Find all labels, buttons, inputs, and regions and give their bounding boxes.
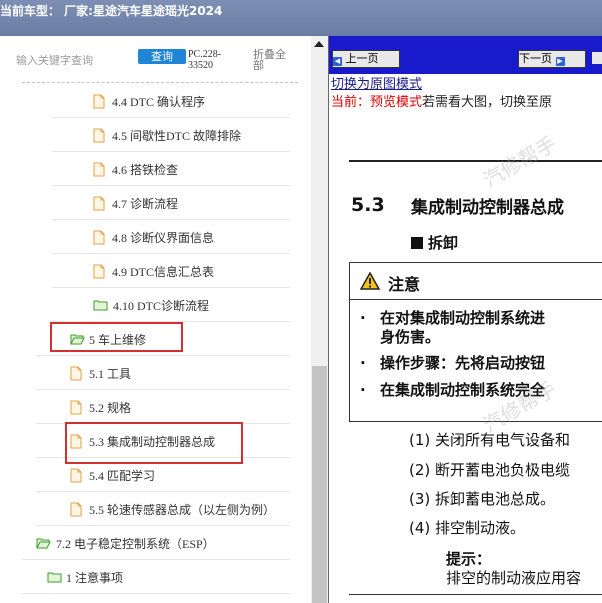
tree-scrollbar[interactable]: [311, 36, 328, 603]
step-item: (4) 排空制动液。: [409, 519, 526, 537]
tree-item-label: 5.5 轮速传感器总成（以左侧为例）: [89, 503, 276, 517]
folder-icon: [47, 572, 62, 583]
document-icon: [93, 162, 105, 177]
tree-item[interactable]: 4.7 诊断流程: [0, 186, 300, 220]
warning-item: · 操作步骤：先将启动按钮: [360, 354, 546, 372]
switch-original-mode-link[interactable]: 切换为原图模式: [331, 73, 422, 92]
tree-item[interactable]: 5.2 规格: [0, 390, 300, 424]
document-rule: [349, 160, 602, 162]
divider: [22, 82, 298, 83]
tree-item-label: 7.2 电子稳定控制系统（ESP）: [56, 537, 215, 551]
highlight-box-brake-controller: [65, 422, 243, 464]
tree-item-label: 5.2 规格: [89, 401, 132, 415]
more-arrow-icon[interactable]: [592, 52, 602, 64]
tree-item-label: 4.4 DTC 确认程序: [112, 95, 206, 109]
query-button[interactable]: 查询: [138, 49, 186, 64]
tree-item-label: 4.7 诊断流程: [112, 197, 179, 211]
document-icon: [93, 264, 105, 279]
arrow-right-icon: ▶: [555, 57, 565, 66]
section-number: 5.3: [351, 194, 385, 216]
document-code: PC.228- 33520: [188, 49, 222, 71]
tree-item[interactable]: 4.4 DTC 确认程序: [0, 84, 300, 118]
tree-item[interactable]: 4.8 诊断仪界面信息: [0, 220, 300, 254]
search-input[interactable]: 输入关键字查询: [16, 52, 93, 68]
warning-icon: [360, 272, 380, 290]
folder-open-icon: [36, 538, 51, 549]
highlight-box-car-maintenance: [50, 322, 183, 352]
tree-item[interactable]: 7.2 电子稳定控制系统（ESP）: [0, 526, 300, 560]
viewer-nav-bar: ◀ 上一页 下一页 ▶: [329, 36, 602, 74]
subheading: 拆卸: [411, 232, 458, 253]
tree-item[interactable]: 4.5 间歇性DTC 故障排除: [0, 118, 300, 152]
tree-item-label: 4.10 DTC诊断流程: [113, 299, 210, 313]
tree-item-label: 5.4 匹配学习: [89, 469, 156, 483]
tree-item[interactable]: 4.10 DTC诊断流程: [0, 288, 300, 322]
tree-item-label: 4.5 间歇性DTC 故障排除: [112, 129, 242, 143]
row-divider: [22, 593, 290, 594]
tree-item-label: 4.9 DTC信息汇总表: [112, 265, 215, 279]
scroll-up-icon[interactable]: [314, 41, 324, 47]
section-title: 集成制动控制器总成: [411, 198, 564, 218]
document-icon: [93, 230, 105, 245]
document-icon: [70, 366, 82, 381]
document-icon: [93, 196, 105, 211]
hint-text: 排空的制动液应用容: [446, 569, 582, 587]
warning-header: 注意: [350, 263, 602, 300]
collapse-all-button[interactable]: 折叠全部: [253, 49, 293, 71]
current-mode-text: 当前：预览模式若需看大图，切换至原: [331, 95, 553, 110]
next-page-button[interactable]: 下一页 ▶: [518, 50, 586, 68]
step-item: (3) 拆卸蓄电池总成。: [409, 490, 556, 508]
tree-item[interactable]: 4.6 搭铁检查: [0, 152, 300, 186]
scrollbar-thumb[interactable]: [312, 366, 327, 603]
vehicle-title: 当前车型： 厂家:星途汽车星途瑶光2024: [0, 4, 223, 18]
document-viewer: ◀ 上一页 下一页 ▶ 切换为原图模式 当前：预览模式若需看大图，切换至原 5.…: [328, 36, 602, 603]
warning-box: 注意 · 在对集成制动控制系统进 身伤害。 · 操作步骤：先将启动按钮 · 在集成制动…: [349, 262, 602, 422]
tree-item[interactable]: 5.1 工具: [0, 356, 300, 390]
prev-page-button[interactable]: ◀ 上一页: [332, 50, 400, 68]
tree-item-label: 4.8 诊断仪界面信息: [112, 231, 215, 245]
tree-item-label: 4.6 搭铁检查: [112, 163, 179, 177]
document-icon: [70, 468, 82, 483]
tree-item[interactable]: 1 注意事项: [0, 560, 300, 594]
hint-title: 提示：: [446, 550, 492, 568]
document-icon: [93, 94, 105, 109]
tree-item-label: 5.1 工具: [89, 367, 132, 381]
warning-item: · 在对集成制动控制系统进: [360, 309, 546, 327]
folder-icon: [93, 300, 108, 311]
app-header: 当前车型： 厂家:星途汽车星途瑶光2024: [0, 0, 602, 36]
document-icon: [70, 502, 82, 517]
warning-item-cont: 身伤害。: [380, 328, 441, 346]
tree-item[interactable]: 5.5 轮速传感器总成（以左侧为例）: [0, 492, 300, 526]
step-item: (2) 断开蓄电池负极电缆: [409, 461, 571, 479]
document-rule-bottom: [349, 594, 602, 595]
square-bullet-icon: [411, 237, 423, 249]
sidebar: 输入关键字查询 查询 PC.228- 33520 折叠全部 4.4 DTC 确认程…: [0, 36, 311, 603]
tree-item[interactable]: 4.9 DTC信息汇总表: [0, 254, 300, 288]
document-icon: [70, 400, 82, 415]
document-icon: [93, 128, 105, 143]
tree-item-label: 1 注意事项: [66, 571, 124, 585]
arrow-left-icon: ◀: [333, 57, 342, 66]
